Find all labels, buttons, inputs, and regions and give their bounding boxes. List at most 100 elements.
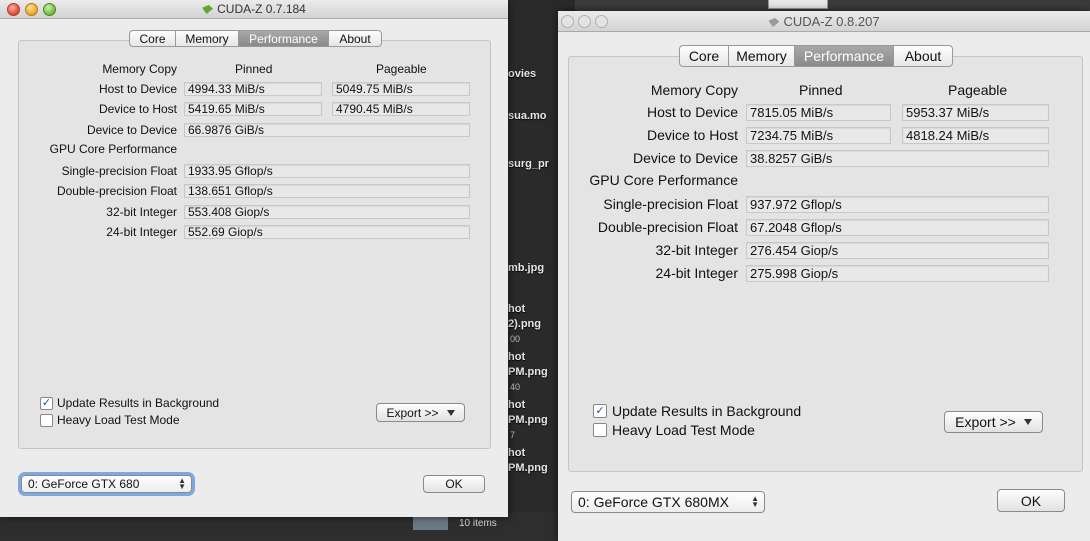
finder-item-label[interactable]: PM.png [508, 462, 548, 474]
finder-item-sub: 40 [510, 382, 521, 392]
finder-size-slider[interactable] [413, 516, 448, 530]
d2h-pinned-value: 5419.65 MiB/s [184, 102, 322, 116]
gpu-core-performance-label: GPU Core Performance [589, 172, 738, 188]
dropdown-arrow-icon [1023, 419, 1032, 425]
cuda-logo-icon [768, 18, 780, 27]
tab-about[interactable]: About [893, 45, 953, 67]
int24-value: 552.69 Giop/s [184, 225, 470, 239]
single-precision-value: 1933.95 Gflop/s [184, 164, 470, 178]
d2h-label: Device to Host [646, 127, 738, 143]
double-precision-label: Double-precision Float [597, 219, 738, 235]
h2d-pageable-value: 5953.37 MiB/s [902, 104, 1049, 121]
tab-core[interactable]: Core [679, 45, 728, 67]
d2d-label: Device to Device [632, 150, 738, 166]
finder-item-label[interactable]: 2).png [508, 318, 541, 330]
update-background-label: Update Results in Background [57, 396, 220, 410]
pageable-header: Pageable [948, 82, 1008, 98]
ok-button[interactable]: OK [997, 489, 1065, 512]
h2d-pinned-value: 4994.33 MiB/s [184, 82, 322, 96]
update-background-checkbox[interactable]: ✓ Update Results in Background [40, 396, 219, 410]
d2h-pageable-value: 4818.24 MiB/s [902, 127, 1049, 144]
single-precision-label: Single-precision Float [603, 196, 738, 212]
int32-value: 553.408 Giop/s [184, 205, 470, 219]
pinned-header: Pinned [235, 62, 273, 76]
heavy-load-checkbox[interactable]: Heavy Load Test Mode [593, 422, 755, 438]
cuda-z-window-old: CUDA-Z 0.7.184 Core Memory Performance A… [0, 0, 508, 517]
d2d-value: 38.8257 GiB/s [746, 150, 1049, 167]
device-select[interactable]: 0: GeForce GTX 680MX ▲ ▼ [571, 491, 765, 513]
tab-core[interactable]: Core [129, 30, 175, 47]
items-count: 10 items [459, 518, 497, 529]
checkbox-check-icon[interactable]: ✓ [40, 396, 53, 410]
h2d-label: Host to Device [98, 82, 177, 96]
finder-item-label[interactable]: hot [508, 447, 525, 459]
window-title: CUDA-Z 0.7.184 [217, 2, 306, 16]
update-background-label: Update Results in Background [612, 403, 802, 419]
double-precision-value: 138.651 Gflop/s [184, 184, 470, 198]
cuda-z-window-new: CUDA-Z 0.8.207 Core Memory Performance A… [558, 11, 1090, 541]
double-precision-value: 67.2048 Gflop/s [746, 219, 1049, 236]
tab-about[interactable]: About [328, 30, 382, 47]
int24-label: 24-bit Integer [655, 265, 739, 281]
pageable-header: Pageable [376, 62, 427, 76]
export-button[interactable]: Export >> [944, 411, 1043, 433]
finder-item-label[interactable]: hot [508, 303, 525, 315]
memory-copy-label: Memory Copy [102, 62, 177, 76]
single-precision-value: 937.972 Gflop/s [746, 196, 1049, 213]
finder-item-label[interactable]: surg_pr [508, 158, 549, 170]
checkbox-check-icon[interactable]: ✓ [593, 404, 607, 418]
cuda-logo-icon [202, 5, 214, 14]
tab-memory[interactable]: Memory [728, 45, 794, 67]
d2h-pageable-value: 4790.45 MiB/s [332, 102, 470, 116]
int24-label: 24-bit Integer [106, 225, 177, 239]
heavy-load-label: Heavy Load Test Mode [612, 422, 755, 438]
h2d-pinned-value: 7815.05 MiB/s [746, 104, 891, 121]
finder-item-sub: 7 [510, 430, 516, 440]
tab-performance[interactable]: Performance [238, 30, 328, 47]
tab-bar: Core Memory Performance About [129, 30, 382, 47]
heavy-load-label: Heavy Load Test Mode [57, 413, 180, 427]
title-bar[interactable]: CUDA-Z 0.8.207 [558, 11, 1090, 32]
d2d-value: 66.9876 GiB/s [184, 123, 470, 137]
double-precision-label: Double-precision Float [56, 184, 177, 198]
heavy-load-checkbox[interactable]: Heavy Load Test Mode [40, 413, 180, 427]
int24-value: 275.998 Giop/s [746, 265, 1049, 282]
int32-value: 276.454 Giop/s [746, 242, 1049, 259]
export-button[interactable]: Export >> [376, 403, 465, 422]
finder-item-label[interactable]: ovies [508, 68, 536, 80]
memory-copy-label: Memory Copy [650, 82, 738, 98]
int32-label: 32-bit Integer [106, 205, 177, 219]
export-label: Export >> [955, 414, 1016, 430]
device-select-value: 0: GeForce GTX 680MX [578, 494, 729, 510]
tab-performance[interactable]: Performance [794, 45, 893, 67]
checkbox-empty-icon[interactable] [40, 413, 53, 427]
finder-item-label[interactable]: mb.jpg [508, 262, 544, 274]
finder-item-label[interactable]: hot [508, 351, 525, 363]
dropdown-arrow-icon [446, 409, 455, 416]
export-label: Export >> [386, 405, 439, 420]
background-thumbnail [768, 0, 828, 9]
d2h-label: Device to Host [98, 102, 177, 116]
title-bar[interactable]: CUDA-Z 0.7.184 [0, 0, 508, 19]
window-title: CUDA-Z 0.8.207 [783, 14, 880, 29]
updown-arrows-icon: ▲ ▼ [178, 476, 186, 491]
int32-label: 32-bit Integer [655, 242, 739, 258]
update-background-checkbox[interactable]: ✓ Update Results in Background [593, 403, 801, 419]
d2d-label: Device to Device [86, 123, 177, 137]
finder-item-label[interactable]: sua.mo [508, 110, 547, 122]
device-select-value: 0: GeForce GTX 680 [28, 477, 140, 491]
updown-arrows-icon: ▲ ▼ [751, 494, 759, 509]
finder-item-sub: 00 [510, 334, 521, 344]
finder-item-label[interactable]: PM.png [508, 366, 548, 378]
h2d-label: Host to Device [646, 104, 738, 120]
single-precision-label: Single-precision Float [61, 164, 177, 178]
d2h-pinned-value: 7234.75 MiB/s [746, 127, 891, 144]
checkbox-empty-icon[interactable] [593, 423, 607, 437]
finder-item-label[interactable]: hot [508, 399, 525, 411]
ok-button[interactable]: OK [423, 475, 485, 493]
finder-item-label[interactable]: PM.png [508, 414, 548, 426]
device-select[interactable]: 0: GeForce GTX 680 ▲ ▼ [21, 475, 192, 493]
tab-bar: Core Memory Performance About [679, 45, 953, 67]
tab-memory[interactable]: Memory [175, 30, 238, 47]
pinned-header: Pinned [799, 82, 843, 98]
